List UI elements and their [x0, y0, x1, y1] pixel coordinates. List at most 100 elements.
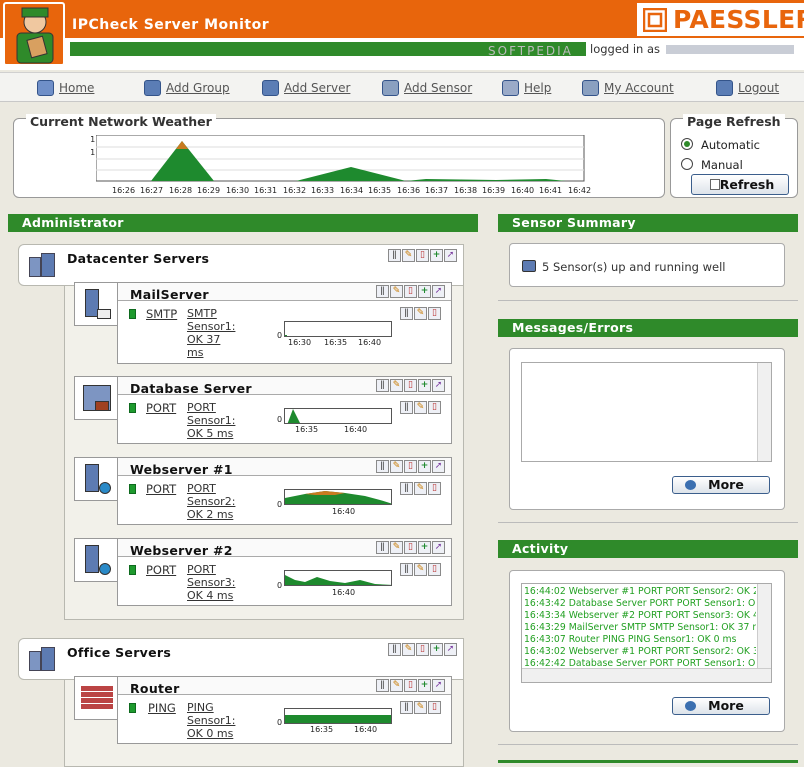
add-sensor-icon: [382, 80, 399, 96]
sensor-status-link[interactable]: PORT Sensor2: OK 2 ms: [187, 482, 235, 521]
activity-vscrollbar[interactable]: [757, 584, 771, 670]
sensors-icon: [522, 260, 536, 272]
move-icon[interactable]: ➚: [432, 679, 445, 692]
move-icon[interactable]: ➚: [432, 460, 445, 473]
sensor-chart: [284, 489, 392, 505]
add-icon[interactable]: +: [418, 379, 431, 392]
delete-icon[interactable]: ▯: [404, 679, 417, 692]
nav-add-server[interactable]: Add Server: [262, 79, 350, 97]
main-nav: Home Add Group Add Server Add Sensor Hel…: [0, 72, 804, 102]
pause-icon[interactable]: ǁ: [388, 249, 401, 262]
x-tick: 16:35: [295, 425, 319, 434]
pause-icon[interactable]: ǁ: [376, 541, 389, 554]
refresh-button[interactable]: Refresh: [691, 174, 789, 195]
sensor-summary-text: 5 Sensor(s) up and running well: [542, 260, 725, 274]
sensor-chart: [284, 408, 392, 424]
edit-icon[interactable]: ✎: [414, 307, 427, 320]
nav-logout[interactable]: Logout: [716, 79, 779, 97]
move-icon[interactable]: ➚: [432, 379, 445, 392]
activity-more-button[interactable]: More: [672, 697, 770, 715]
nav-help[interactable]: Help: [502, 79, 551, 97]
add-icon[interactable]: +: [418, 460, 431, 473]
add-icon[interactable]: +: [418, 679, 431, 692]
edit-icon[interactable]: ✎: [390, 285, 403, 298]
y-zero: 0: [277, 500, 283, 509]
delete-icon[interactable]: ▯: [428, 401, 441, 414]
delete-icon[interactable]: ▯: [404, 285, 417, 298]
database-server-icon: [74, 376, 118, 420]
add-icon[interactable]: +: [418, 541, 431, 554]
pause-icon[interactable]: ǁ: [400, 563, 413, 576]
server-toolbar: ǁ ✎ ▯ + ➚: [376, 679, 445, 692]
messages-scrollbar[interactable]: [757, 363, 771, 461]
delete-icon[interactable]: ▯: [428, 307, 441, 320]
pause-icon[interactable]: ǁ: [376, 679, 389, 692]
more-icon: [685, 701, 696, 711]
sensor-status-link[interactable]: PORT Sensor3: OK 4 ms: [187, 563, 235, 602]
delete-icon[interactable]: ▯: [404, 379, 417, 392]
delete-icon[interactable]: ▯: [428, 563, 441, 576]
edit-icon[interactable]: ✎: [414, 563, 427, 576]
sensor-status-link[interactable]: SMTP Sensor1: OK 37 ms: [187, 307, 235, 359]
x-tick: 16:40: [511, 186, 535, 195]
pause-icon[interactable]: ǁ: [376, 285, 389, 298]
edit-icon[interactable]: ✎: [414, 401, 427, 414]
sensor-type-link[interactable]: PING: [148, 701, 176, 715]
move-icon[interactable]: ➚: [444, 643, 457, 656]
delete-icon[interactable]: ▯: [416, 643, 429, 656]
sensor-type-link[interactable]: PORT: [146, 482, 176, 496]
pause-icon[interactable]: ǁ: [388, 643, 401, 656]
delete-icon[interactable]: ▯: [416, 249, 429, 262]
pause-icon[interactable]: ǁ: [400, 401, 413, 414]
edit-icon[interactable]: ✎: [390, 460, 403, 473]
pause-icon[interactable]: ǁ: [400, 482, 413, 495]
x-tick: 16:35: [310, 725, 334, 734]
nav-my-account[interactable]: My Account: [582, 79, 674, 97]
manual-radio[interactable]: [681, 158, 693, 170]
messages-more-button[interactable]: More: [672, 476, 770, 494]
edit-icon[interactable]: ✎: [414, 701, 427, 714]
add-icon[interactable]: +: [430, 643, 443, 656]
pause-icon[interactable]: ǁ: [400, 701, 413, 714]
sensor-type-link[interactable]: PORT: [146, 563, 176, 577]
messages-log[interactable]: [521, 362, 772, 462]
x-tick: 16:27: [140, 186, 164, 195]
move-icon[interactable]: ➚: [432, 541, 445, 554]
brand-logo: PAESSLER: [637, 3, 804, 36]
account-icon: [582, 80, 599, 96]
activity-log[interactable]: 16:44:02 Webserver #1 PORT PORT Sensor2:…: [521, 583, 772, 683]
delete-icon[interactable]: ▯: [404, 541, 417, 554]
sensor-type-link[interactable]: SMTP: [146, 307, 177, 321]
edit-icon[interactable]: ✎: [390, 679, 403, 692]
sensor-status-link[interactable]: PORT Sensor1: OK 5 ms: [187, 401, 235, 440]
move-icon[interactable]: ➚: [432, 285, 445, 298]
add-icon[interactable]: +: [430, 249, 443, 262]
server-toolbar: ǁ ✎ ▯ + ➚: [376, 285, 445, 298]
pause-icon[interactable]: ǁ: [376, 379, 389, 392]
delete-icon[interactable]: ▯: [404, 460, 417, 473]
edit-icon[interactable]: ✎: [390, 541, 403, 554]
add-icon[interactable]: +: [418, 285, 431, 298]
edit-icon[interactable]: ✎: [390, 379, 403, 392]
pause-icon[interactable]: ǁ: [400, 307, 413, 320]
move-icon[interactable]: ➚: [444, 249, 457, 262]
username-redacted: [666, 45, 795, 54]
webserver-2-icon: [74, 538, 118, 582]
sensor-type-link[interactable]: PORT: [146, 401, 176, 415]
edit-icon[interactable]: ✎: [402, 643, 415, 656]
x-tick: 16:39: [482, 186, 506, 195]
edit-icon[interactable]: ✎: [402, 249, 415, 262]
nav-add-group[interactable]: Add Group: [144, 79, 230, 97]
sensor-summary-rule: [498, 229, 798, 232]
nav-add-sensor[interactable]: Add Sensor: [382, 79, 472, 97]
sensor-chart: [284, 708, 392, 724]
automatic-radio[interactable]: [681, 138, 693, 150]
sensor-status-link[interactable]: PING Sensor1: OK 0 ms: [187, 701, 235, 740]
activity-hscrollbar[interactable]: [522, 668, 771, 682]
pause-icon[interactable]: ǁ: [376, 460, 389, 473]
network-weather-chart: [96, 135, 585, 182]
delete-icon[interactable]: ▯: [428, 482, 441, 495]
edit-icon[interactable]: ✎: [414, 482, 427, 495]
delete-icon[interactable]: ▯: [428, 701, 441, 714]
nav-home[interactable]: Home: [37, 79, 94, 97]
